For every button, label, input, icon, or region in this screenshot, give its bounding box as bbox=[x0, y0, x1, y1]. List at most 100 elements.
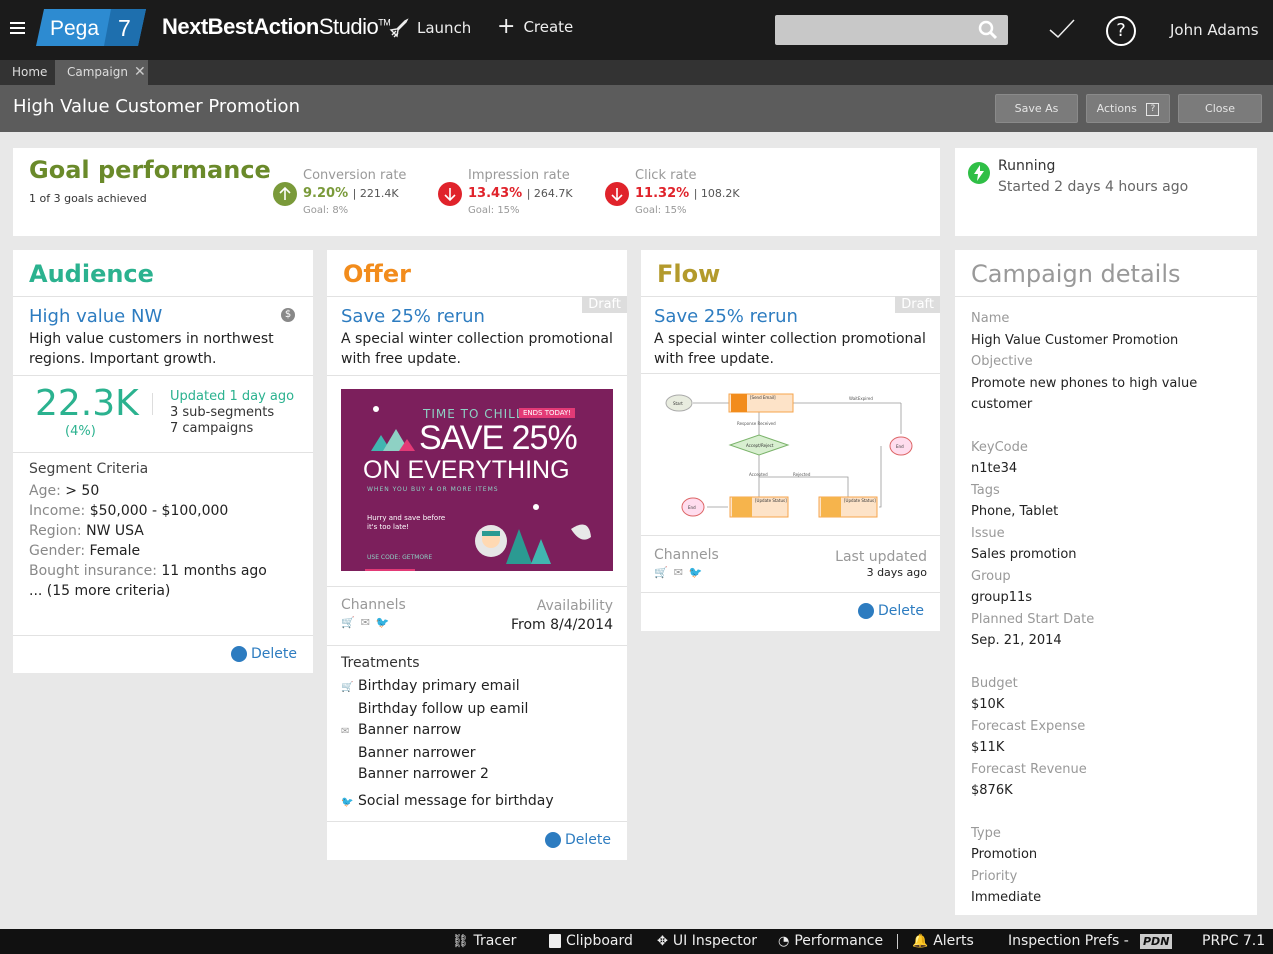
menu-icon[interactable] bbox=[10, 22, 25, 34]
status-card: Running Started 2 days 4 hours ago bbox=[955, 148, 1257, 236]
treatment-item[interactable]: Birthday follow up eamil bbox=[341, 699, 621, 721]
version-label: PRPC 7.1 bbox=[1202, 933, 1266, 949]
goal-performance-subtitle: 1 of 3 goals achieved bbox=[29, 192, 147, 205]
pega-logo: Pega 7 bbox=[36, 9, 146, 46]
inspection-prefs-button[interactable]: Inspection Prefs - bbox=[1008, 933, 1129, 949]
flow-description: A special winter collection promotional … bbox=[654, 331, 926, 367]
alerts-button[interactable]: 🔔 Alerts bbox=[912, 933, 974, 949]
email-icon: ✉ bbox=[673, 566, 683, 579]
cart-icon: 🛒 bbox=[654, 566, 668, 579]
arrow-down-icon bbox=[605, 182, 629, 206]
status-divider bbox=[897, 934, 898, 949]
draft-badge: Draft bbox=[895, 296, 940, 313]
status-state: Running bbox=[998, 158, 1056, 174]
delete-icon bbox=[858, 603, 874, 619]
launch-button[interactable]: Launch bbox=[389, 18, 471, 38]
twitter-icon: 🐦 bbox=[341, 796, 354, 808]
banner-code: USE CODE: GETMORE bbox=[367, 554, 433, 561]
checkmark-icon[interactable] bbox=[1048, 18, 1076, 40]
segment-percent: (4%) bbox=[65, 424, 96, 439]
offer-description: A special winter collection promotional … bbox=[341, 331, 613, 367]
offer-title: Offer bbox=[343, 260, 411, 288]
search-icon[interactable] bbox=[978, 20, 998, 40]
page-title: High Value Customer Promotion bbox=[13, 96, 300, 117]
help-button[interactable]: ? bbox=[1106, 16, 1136, 46]
segment-description: High value customers in northwest region… bbox=[29, 331, 274, 367]
flow-channel-icons: 🛒 ✉ 🐦 bbox=[654, 566, 703, 579]
flow-label-rejected: Rejected bbox=[793, 472, 811, 477]
offer-banner-image: TIME TO CHILL ENDS TODAY! SAVE 25% ON EV… bbox=[341, 389, 613, 571]
criteria-item: Age: > 50 bbox=[29, 483, 100, 499]
tab-campaign[interactable]: Campaign ✕ bbox=[55, 60, 148, 85]
treatment-list: 🛒 Birthday primary email Birthday follow … bbox=[341, 676, 621, 814]
actions-menu-icon: ? bbox=[1146, 103, 1160, 116]
detail-label-issue: Issue bbox=[971, 525, 1005, 541]
treatment-item[interactable]: ✉ Banner narrow bbox=[341, 720, 621, 743]
flow-node-update-status: [Update Status] bbox=[755, 498, 787, 503]
logo-text: Pega bbox=[50, 17, 99, 40]
detail-label-start-date: Planned Start Date bbox=[971, 611, 1095, 627]
delete-icon bbox=[545, 832, 561, 848]
criteria-list: Age: > 50 Income: $50,000 - $100,000 Reg… bbox=[29, 481, 267, 601]
actions-button[interactable]: Actions ? bbox=[1086, 94, 1170, 123]
twitter-icon: 🐦 bbox=[688, 566, 703, 579]
crosshair-icon: ✥ bbox=[657, 933, 668, 949]
treatment-item[interactable]: 🐦 Social message for birthday bbox=[341, 791, 621, 814]
performance-button[interactable]: ◔ Performance bbox=[778, 933, 883, 949]
treatment-item[interactable]: 🛒 Birthday primary email bbox=[341, 676, 621, 699]
tracer-button[interactable]: ⛓ Tracer bbox=[452, 933, 516, 949]
search-input[interactable] bbox=[775, 15, 1008, 45]
draft-badge: Draft bbox=[582, 296, 627, 313]
save-as-button[interactable]: Save As bbox=[995, 94, 1078, 123]
detail-value-tags: Phone, Tablet bbox=[971, 504, 1059, 519]
flow-label-wait-expired: WaitExpired bbox=[849, 396, 873, 401]
detail-label-revenue: Forecast Revenue bbox=[971, 761, 1087, 777]
criteria-more: ... (15 more criteria) bbox=[29, 583, 171, 599]
banner-badge: ENDS TODAY! bbox=[519, 408, 576, 418]
tab-home[interactable]: Home bbox=[0, 60, 59, 85]
audience-delete-button[interactable]: Delete bbox=[231, 646, 297, 662]
flow-node-accept-reject: Accept/Reject bbox=[746, 443, 774, 448]
email-icon: ✉ bbox=[341, 726, 350, 738]
close-button[interactable]: Close bbox=[1178, 94, 1262, 123]
treatment-item[interactable]: Banner narrower bbox=[341, 743, 621, 765]
audience-card: Audience High value NW $ High value cust… bbox=[13, 250, 313, 673]
create-button[interactable]: + Create bbox=[497, 14, 573, 39]
criteria-item: Gender: Female bbox=[29, 543, 141, 559]
lightning-icon bbox=[968, 162, 990, 184]
title-bar: High Value Customer Promotion Save As Ac… bbox=[0, 85, 1273, 132]
flow-node-end-2: End bbox=[688, 505, 696, 510]
user-menu[interactable]: John Adams bbox=[1170, 21, 1259, 39]
status-started: Started 2 days 4 hours ago bbox=[998, 179, 1189, 195]
flow-name-link[interactable]: Save 25% rerun bbox=[654, 306, 798, 327]
ui-inspector-button[interactable]: ✥ UI Inspector bbox=[657, 933, 757, 949]
offer-name-link[interactable]: Save 25% rerun bbox=[341, 306, 485, 327]
app-name: NextBestActionStudioTM bbox=[162, 14, 391, 39]
availability-label: Availability bbox=[536, 598, 613, 614]
segment-name-link[interactable]: High value NW bbox=[29, 306, 162, 327]
segment-subsegments: 3 sub-segments bbox=[170, 405, 275, 420]
detail-value-keycode: n1te34 bbox=[971, 461, 1018, 476]
flow-delete-button[interactable]: Delete bbox=[858, 603, 924, 619]
delete-icon bbox=[231, 646, 247, 662]
detail-value-name: High Value Customer Promotion bbox=[971, 332, 1179, 348]
cart-icon: 🛒 bbox=[341, 616, 355, 629]
banner-subheadline: ON EVERYTHING bbox=[363, 456, 570, 484]
detail-label-expense: Forecast Expense bbox=[971, 718, 1086, 734]
clipboard-button[interactable]: Clipboard bbox=[549, 933, 633, 949]
segment-count: 22.3K bbox=[35, 383, 139, 424]
offer-card: Offer Draft Save 25% rerun A special win… bbox=[327, 250, 627, 860]
detail-label-objective: Objective bbox=[971, 354, 1033, 369]
offer-delete-button[interactable]: Delete bbox=[545, 832, 611, 848]
banner-note2: it's too late! bbox=[367, 523, 410, 531]
segment-campaigns: 7 campaigns bbox=[170, 421, 254, 436]
detail-label-budget: Budget bbox=[971, 675, 1018, 691]
pdn-button[interactable]: PDN bbox=[1140, 934, 1173, 949]
detail-value-start-date: Sep. 21, 2014 bbox=[971, 633, 1062, 648]
treatment-item[interactable]: Banner narrower 2 bbox=[341, 764, 621, 786]
plus-icon: + bbox=[497, 14, 516, 39]
detail-label-keycode: KeyCode bbox=[971, 439, 1028, 455]
close-icon[interactable]: ✕ bbox=[134, 60, 146, 85]
offer-channels-label: Channels bbox=[341, 597, 406, 613]
flow-label-response: Response Received bbox=[737, 421, 776, 426]
